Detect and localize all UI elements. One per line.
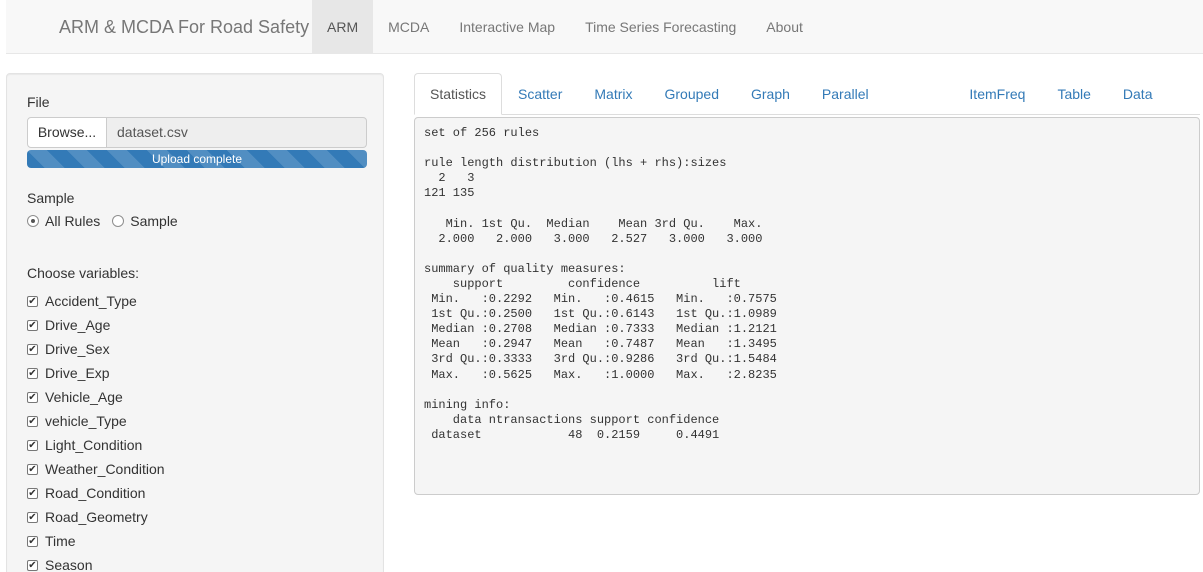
nav-item-arm[interactable]: ARM [312, 0, 374, 54]
checkbox-checked-icon[interactable]: ✔ [27, 559, 38, 571]
checkbox-season[interactable]: ✔ Season [27, 553, 165, 572]
checkbox-label: Road_Geometry [45, 509, 148, 525]
statistics-output-text: set of 256 rules rule length distributio… [424, 126, 777, 442]
tab-grouped[interactable]: Grouped [649, 73, 735, 114]
checkbox-road-geometry[interactable]: ✔ Road_Geometry [27, 505, 165, 529]
nav-item-time-series-forecasting[interactable]: Time Series Forecasting [570, 0, 751, 54]
checkbox-label: Season [45, 557, 93, 572]
nav-item-mcda[interactable]: MCDA [373, 0, 444, 54]
checkbox-label: Weather_Condition [45, 461, 165, 477]
checkbox-label: vehicle_Type [45, 413, 127, 429]
checkbox-accident-type[interactable]: ✔ Accident_Type [27, 289, 165, 313]
checkbox-checked-icon[interactable]: ✔ [27, 391, 38, 403]
sample-label: Sample [27, 190, 75, 206]
tab-itemfreq[interactable]: ItemFreq [953, 73, 1041, 114]
choose-variables-label: Choose variables: [27, 265, 140, 281]
upload-progress-bar: Upload complete [27, 150, 367, 168]
checkbox-label: Accident_Type [45, 293, 137, 309]
checkbox-vehicle-type[interactable]: ✔ vehicle_Type [27, 409, 165, 433]
main-tabs: Statistics Scatter Matrix Grouped Graph … [414, 73, 1200, 142]
checkbox-label: Light_Condition [45, 437, 143, 453]
checkbox-drive-exp[interactable]: ✔ Drive_Exp [27, 361, 165, 385]
checkbox-drive-sex[interactable]: ✔ Drive_Sex [27, 337, 165, 361]
checkbox-checked-icon[interactable]: ✔ [27, 367, 38, 379]
checkbox-weather-condition[interactable]: ✔ Weather_Condition [27, 457, 165, 481]
upload-progress-label: Upload complete [151, 152, 243, 166]
tab-statistics[interactable]: Statistics [414, 73, 503, 115]
file-input-group: Browse... dataset.csv [27, 117, 367, 148]
tab-graph[interactable]: Graph [735, 73, 806, 114]
navbar: ARM & MCDA For Road Safety ARM MCDA Inte… [6, 0, 1203, 54]
browse-button[interactable]: Browse... [27, 117, 107, 148]
checkbox-label: Drive_Sex [45, 341, 110, 357]
checkbox-label: Drive_Age [45, 317, 111, 333]
radio-all-rules[interactable]: All Rules [27, 213, 100, 229]
checkbox-vehicle-age[interactable]: ✔ Vehicle_Age [27, 385, 165, 409]
radio-all-rules-label: All Rules [45, 213, 101, 229]
checkbox-checked-icon[interactable]: ✔ [27, 439, 38, 451]
checkbox-checked-icon[interactable]: ✔ [27, 295, 38, 307]
checkbox-drive-age[interactable]: ✔ Drive_Age [27, 313, 165, 337]
nav-menu: ARM MCDA Interactive Map Time Series For… [312, 0, 818, 54]
checkbox-label: Time [45, 533, 76, 549]
checkbox-time[interactable]: ✔ Time [27, 529, 165, 553]
checkbox-label: Road_Condition [45, 485, 146, 501]
checkbox-road-condition[interactable]: ✔ Road_Condition [27, 481, 165, 505]
checkbox-label: Drive_Exp [45, 365, 110, 381]
tab-matrix[interactable]: Matrix [578, 73, 648, 114]
statistics-output-panel: set of 256 rules rule length distributio… [414, 117, 1200, 495]
file-name-field: dataset.csv [107, 117, 367, 148]
radio-sample-label: Sample [130, 213, 178, 229]
checkbox-light-condition[interactable]: ✔ Light_Condition [27, 433, 165, 457]
radio-sample[interactable]: Sample [112, 213, 178, 229]
checkbox-checked-icon[interactable]: ✔ [27, 463, 38, 475]
file-label: File [27, 94, 50, 110]
tab-scatter[interactable]: Scatter [502, 73, 578, 114]
checkbox-label: Vehicle_Age [45, 389, 123, 405]
radio-button-icon[interactable] [112, 215, 125, 227]
checkbox-checked-icon[interactable]: ✔ [27, 415, 38, 427]
tab-data-table[interactable]: Data Table [1107, 73, 1200, 142]
nav-item-interactive-map[interactable]: Interactive Map [444, 0, 570, 54]
nav-item-about[interactable]: About [751, 0, 818, 54]
radio-button-icon[interactable] [27, 215, 39, 227]
navbar-brand[interactable]: ARM & MCDA For Road Safety [59, 0, 309, 54]
tab-table[interactable]: Table [1041, 73, 1106, 114]
checkbox-checked-icon[interactable]: ✔ [27, 511, 38, 523]
checkbox-checked-icon[interactable]: ✔ [27, 535, 38, 547]
sidebar-panel: File Browse... dataset.csv Upload comple… [6, 73, 384, 572]
checkbox-checked-icon[interactable]: ✔ [27, 487, 38, 499]
sample-radio-group: All Rules Sample [27, 213, 190, 229]
tab-parallel-coordinates[interactable]: Parallel Coordinates [806, 73, 954, 142]
variables-checkbox-list: ✔ Accident_Type ✔ Drive_Age ✔ Drive_Sex ✔ Dr… [27, 289, 165, 572]
checkbox-checked-icon[interactable]: ✔ [27, 343, 38, 355]
checkbox-checked-icon[interactable]: ✔ [27, 319, 38, 331]
